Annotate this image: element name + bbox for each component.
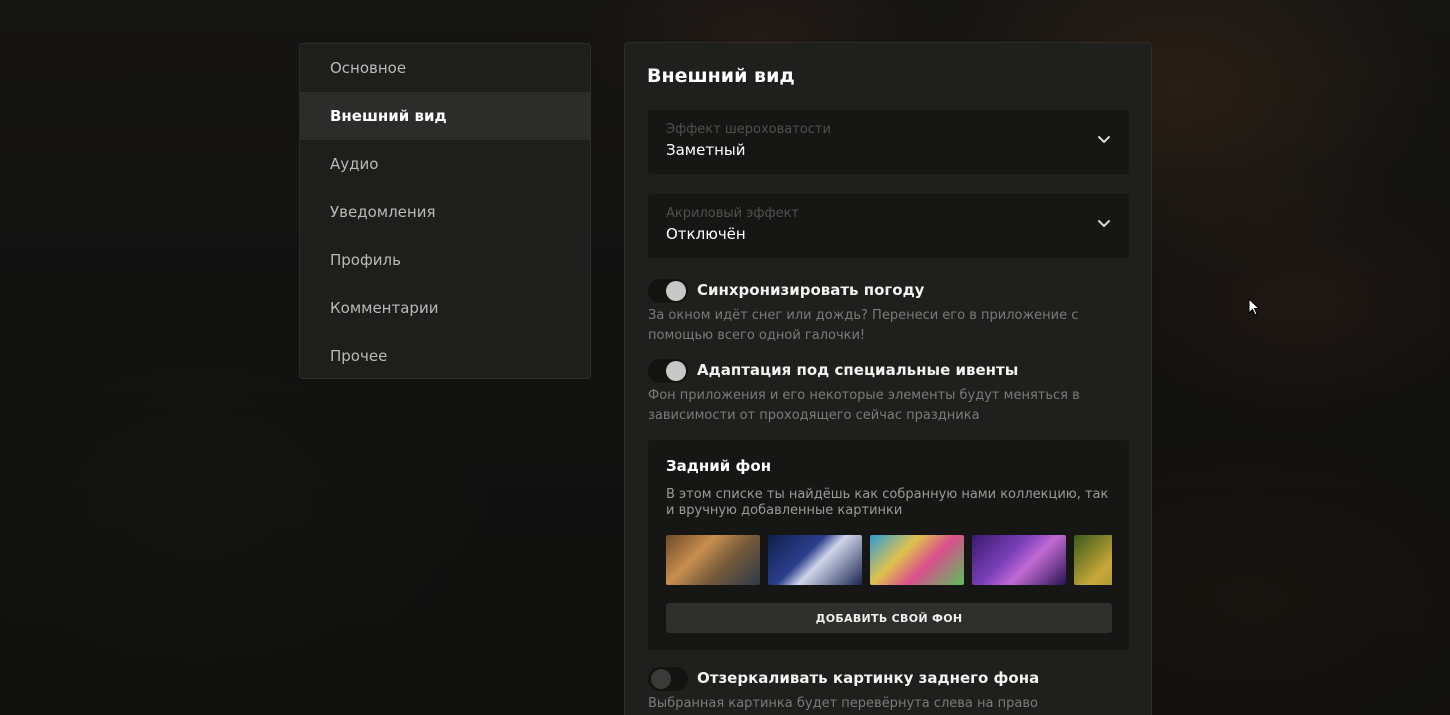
sidebar-item-appearance[interactable]: Внешний вид [300,92,590,140]
background-picker-description: В этом списке ты найдёшь как собранную н… [666,487,1109,518]
background-picker-title: Задний фон [666,457,772,475]
background-thumbnail[interactable] [1074,535,1112,585]
toggle-knob [666,281,686,301]
background-thumbnails[interactable] [666,535,1112,585]
background-thumbnail[interactable] [870,535,964,585]
acrylic-effect-label: Акриловый эффект [666,206,800,221]
roughness-effect-select[interactable]: Эффект шероховатости Заметный [648,110,1129,174]
mirror-background-toggle[interactable] [648,667,688,691]
sidebar-item-general[interactable]: Основное [300,44,590,92]
sidebar-item-other[interactable]: Прочее [300,332,590,378]
chevron-down-icon [1098,220,1110,227]
mirror-background-title: Отзеркаливать картинку заднего фона [697,669,1040,687]
weather-sync-description: За окном идёт снег или дождь? Перенеси е… [648,308,1079,343]
acrylic-effect-select[interactable]: Акриловый эффект Отключён [648,194,1129,258]
special-events-description: Фон приложения и его некоторые элементы … [648,388,1080,423]
toggle-knob [666,361,686,381]
roughness-effect-value: Заметный [666,141,746,159]
sidebar-item-notifications[interactable]: Уведомления [300,188,590,236]
special-events-title: Адаптация под специальные ивенты [697,361,1019,379]
appearance-settings-panel: Внешний вид Эффект шероховатости Заметны… [624,42,1152,715]
add-background-button[interactable]: ДОБАВИТЬ СВОЙ ФОН [666,603,1112,633]
background-thumbnail[interactable] [972,535,1066,585]
background-thumbnail[interactable] [768,535,862,585]
background-picker-card: Задний фон В этом списке ты найдёшь как … [648,440,1129,650]
settings-sidebar: Основное Внешний вид Аудио Уведомления П… [299,43,591,379]
background-thumbnail[interactable] [666,535,760,585]
special-events-toggle[interactable] [648,359,688,383]
mouse-cursor-icon [1248,298,1260,316]
sidebar-item-comments[interactable]: Комментарии [300,284,590,332]
acrylic-effect-value: Отключён [666,225,746,243]
sidebar-item-audio[interactable]: Аудио [300,140,590,188]
sidebar-item-profile[interactable]: Профиль [300,236,590,284]
toggle-knob [651,669,671,689]
chevron-down-icon [1098,136,1110,143]
page-title: Внешний вид [647,65,795,87]
roughness-effect-label: Эффект шероховатости [666,122,831,137]
weather-sync-title: Синхронизировать погоду [697,281,925,299]
mirror-background-description: Выбранная картинка будет перевёрнута сле… [648,696,1038,711]
weather-sync-toggle[interactable] [648,279,688,303]
